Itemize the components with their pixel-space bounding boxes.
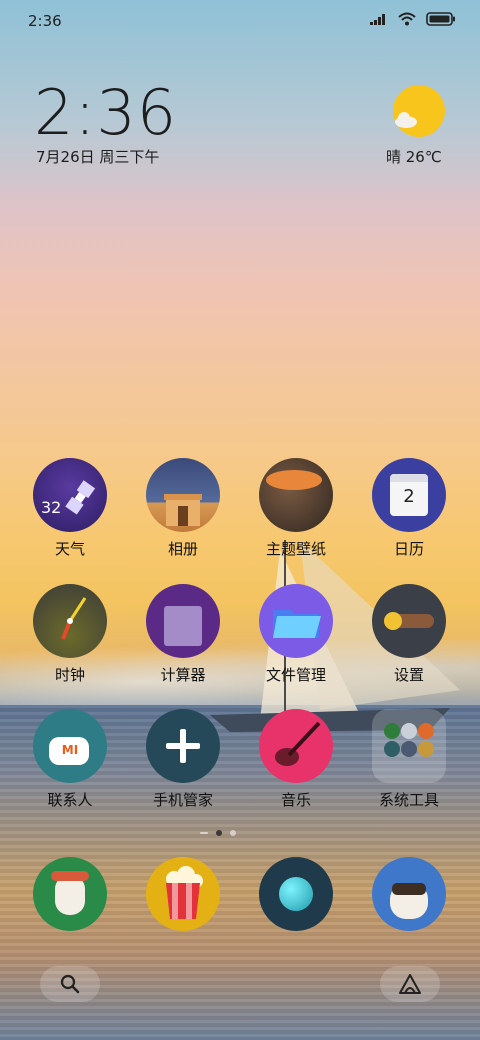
app-label: 主题壁纸 bbox=[265, 540, 326, 558]
weather-temp-badge: 32 bbox=[41, 498, 62, 517]
app-label: 手机管家 bbox=[152, 791, 213, 809]
app-label: 音乐 bbox=[280, 791, 311, 809]
clock-widget-time[interactable]: 2:36 bbox=[34, 76, 177, 149]
app-label: 系统工具 bbox=[378, 791, 439, 809]
app-clock[interactable]: 时钟 bbox=[20, 584, 120, 685]
assistant-icon bbox=[399, 974, 421, 994]
page-indicator bbox=[200, 830, 236, 836]
app-gallery[interactable]: 相册 bbox=[133, 458, 233, 559]
calendar-day: 2 bbox=[403, 486, 415, 507]
sunny-cloud-icon[interactable] bbox=[392, 84, 446, 138]
app-label: 时钟 bbox=[54, 666, 85, 684]
app-label: 计算器 bbox=[160, 666, 206, 684]
page-dot-current bbox=[216, 830, 222, 836]
app-label: 设置 bbox=[393, 666, 424, 684]
mascot-vr-icon bbox=[372, 857, 446, 931]
popcorn-bucket-icon bbox=[146, 857, 220, 931]
weather-text: 晴 26℃ bbox=[386, 148, 442, 166]
security-plus-icon bbox=[146, 709, 220, 783]
browser-orb-icon bbox=[259, 857, 333, 931]
page-dot bbox=[200, 832, 208, 834]
clock-widget-date: 7月26日 周三下午 bbox=[36, 148, 160, 166]
app-security[interactable]: 手机管家 bbox=[133, 709, 233, 810]
page-dot bbox=[230, 830, 236, 836]
app-system-tools-folder[interactable]: 系统工具 bbox=[359, 709, 459, 810]
app-label: 天气 bbox=[54, 540, 85, 558]
folder-icon bbox=[259, 584, 333, 658]
status-bar: 2:36 bbox=[0, 0, 480, 42]
clock-icon bbox=[33, 584, 107, 658]
home-screen: 2:36 2:36 7月26日 周三下午 晴 26℃ 32 天气 相册 主题壁纸… bbox=[0, 0, 480, 1040]
mascot-popcorn-icon bbox=[33, 857, 107, 931]
search-icon bbox=[60, 974, 80, 994]
theme-planet-icon bbox=[259, 458, 333, 532]
weather-satellite-icon: 32 bbox=[33, 458, 107, 532]
gallery-gate-icon bbox=[146, 458, 220, 532]
contacts-mi-icon: MI bbox=[33, 709, 107, 783]
music-guitar-icon bbox=[259, 709, 333, 783]
assistant-button[interactable] bbox=[380, 966, 440, 1002]
wifi-icon bbox=[398, 12, 416, 26]
status-time: 2:36 bbox=[28, 12, 62, 30]
app-settings[interactable]: 设置 bbox=[359, 584, 459, 685]
app-themes[interactable]: 主题壁纸 bbox=[246, 458, 346, 559]
dock-app-1[interactable] bbox=[20, 857, 120, 931]
mi-logo: MI bbox=[61, 743, 79, 757]
signal-icon bbox=[370, 14, 385, 25]
search-button[interactable] bbox=[40, 966, 100, 1002]
app-label: 联系人 bbox=[47, 791, 93, 809]
app-contacts[interactable]: MI 联系人 bbox=[20, 709, 120, 810]
calendar-icon: 2 bbox=[372, 458, 446, 532]
calculator-icon bbox=[146, 584, 220, 658]
app-music[interactable]: 音乐 bbox=[246, 709, 346, 810]
app-weather[interactable]: 32 天气 bbox=[20, 458, 120, 559]
dock-app-3[interactable] bbox=[246, 857, 346, 931]
app-label: 相册 bbox=[167, 540, 198, 558]
app-calculator[interactable]: 计算器 bbox=[133, 584, 233, 685]
settings-toggle-icon bbox=[372, 584, 446, 658]
app-label: 文件管理 bbox=[265, 666, 326, 684]
dock-app-2[interactable] bbox=[133, 857, 233, 931]
dock-app-4[interactable] bbox=[359, 857, 459, 931]
app-label: 日历 bbox=[393, 540, 424, 558]
app-calendar[interactable]: 2 日历 bbox=[359, 458, 459, 559]
app-file-manager[interactable]: 文件管理 bbox=[246, 584, 346, 685]
battery-icon bbox=[426, 12, 455, 26]
system-tools-folder-icon bbox=[372, 709, 446, 783]
